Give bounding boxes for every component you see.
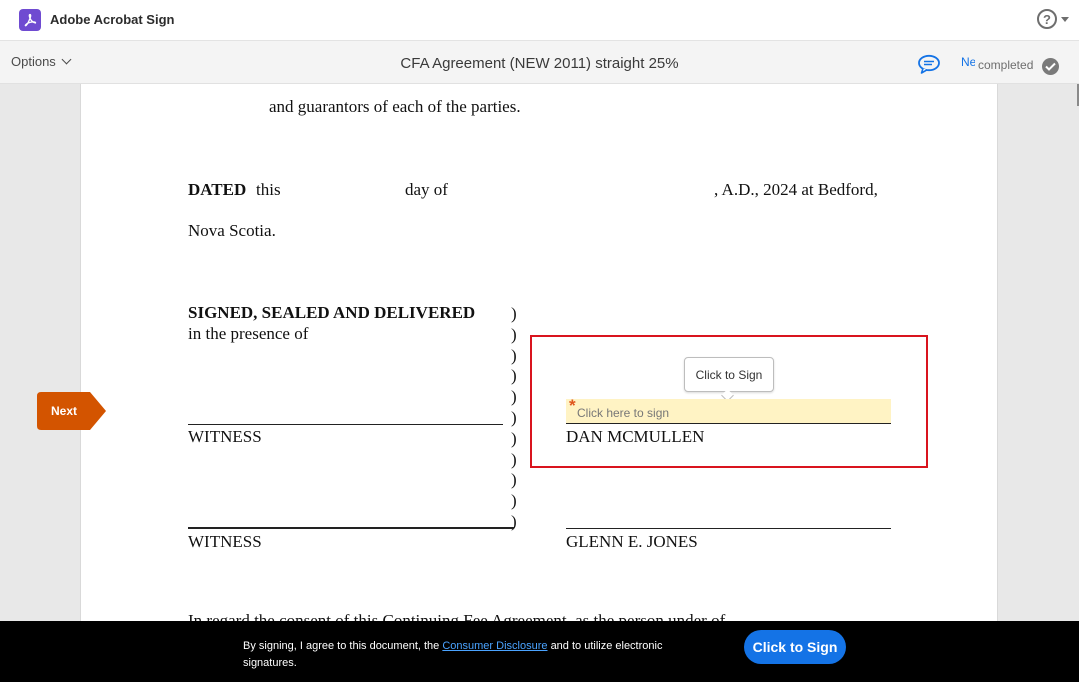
next-field-button[interactable]: Next (37, 392, 107, 430)
next-button-label: Next (51, 404, 78, 418)
witness-1-label: WITNESS (188, 427, 262, 446)
signer-1-name: DAN MCMULLEN (566, 427, 705, 446)
help-icon: ? (1037, 9, 1057, 29)
document-viewer[interactable]: and guarantors of each of the parties. D… (0, 84, 1079, 621)
witness-1-signature-line (188, 424, 503, 425)
document-page: and guarantors of each of the parties. D… (80, 84, 998, 621)
consent-before: By signing, I agree to this document, th… (243, 640, 440, 652)
app-header: Adobe Acrobat Sign ? (0, 0, 1079, 41)
guarantors-line: and guarantors of each of the parties. (269, 97, 521, 116)
acrobat-logo-icon (19, 9, 41, 31)
comment-icon[interactable] (917, 54, 941, 74)
signer-2-name: GLENN E. JONES (566, 532, 698, 551)
bracket-column: ) ) ) ) ) ) ) ) ) ) ) (511, 304, 517, 531)
dated-this-text: this (256, 180, 281, 199)
acrobat-sign-app: Adobe Acrobat Sign ? Options CFA Agreeme… (0, 0, 1079, 682)
required-asterisk: * (569, 396, 576, 415)
witness-2-label: WITNESS (188, 532, 262, 551)
document-toolbar: Options CFA Agreement (NEW 2011) straigh… (0, 41, 1079, 84)
consumer-disclosure-link[interactable]: Consumer Disclosure (442, 640, 547, 652)
next-field-link[interactable]: Next (961, 55, 975, 69)
dated-label: DATED (188, 180, 247, 199)
click-to-sign-tooltip[interactable]: Click to Sign (684, 357, 774, 392)
signature-placeholder: Click here to sign (577, 406, 670, 420)
dated-day-of-text: day of (405, 180, 448, 199)
caret-down-icon (1061, 16, 1069, 22)
completion-status: completed (978, 58, 1034, 72)
dated-year-text: , A.D., 2024 at Bedford, (714, 180, 878, 199)
presence-text: in the presence of (188, 324, 309, 343)
witness-2-signature-line (188, 527, 514, 529)
click-to-sign-button[interactable]: Click to Sign (744, 630, 846, 664)
help-menu-button[interactable]: ? (1037, 9, 1069, 29)
signer-2-signature-line (566, 528, 891, 529)
signed-heading: SIGNED, SEALED AND DELIVERED (188, 303, 476, 322)
check-circle-icon (1042, 58, 1059, 75)
signing-footer: By signing, I agree to this document, th… (0, 621, 1079, 682)
dated-place-text: Nova Scotia. (188, 221, 276, 240)
signature-field[interactable]: * Click here to sign (566, 396, 891, 424)
consent-text: By signing, I agree to this document, th… (243, 638, 663, 672)
next-paragraph-text: In regard the consent of this Continuing… (188, 611, 726, 621)
app-title: Adobe Acrobat Sign (50, 12, 175, 27)
